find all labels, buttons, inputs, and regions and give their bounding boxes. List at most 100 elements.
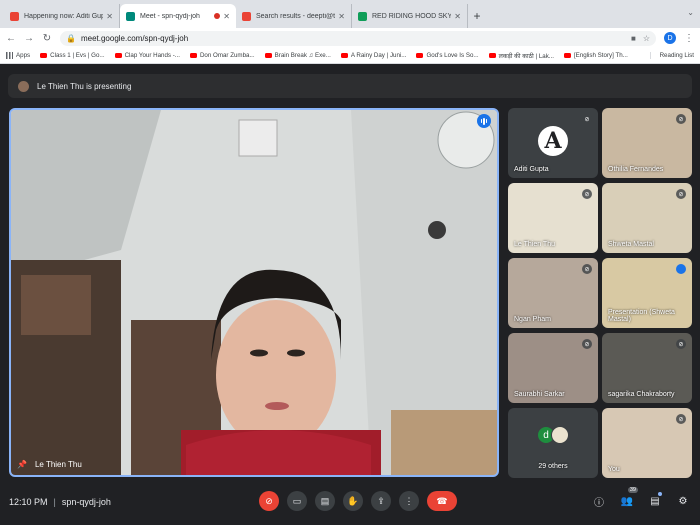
mic-off-icon: ⊘: [676, 414, 686, 424]
speaking-indicator-icon: [477, 114, 491, 128]
close-icon[interactable]: ✕: [223, 12, 230, 21]
browser-tab-strip: Happening now: Aditi Gupta is ✕ Meet - s…: [0, 0, 700, 28]
activities-icon: ⚙: [678, 495, 688, 507]
tab-2[interactable]: Search results - deepti@thein ✕: [236, 4, 352, 28]
mic-off-icon: ⊘: [582, 189, 592, 199]
participant-tile[interactable]: ⊘ Saurabhi Sarkar: [508, 333, 598, 403]
mic-off-icon: ⊘: [582, 339, 592, 349]
url-field[interactable]: 🔒 meet.google.com/spn-qydj-joh ■ ☆: [60, 30, 656, 46]
presenting-banner: Le Thien Thu is presenting: [8, 74, 692, 98]
url-text: meet.google.com/spn-qydj-joh: [80, 33, 189, 43]
participant-tile[interactable]: ⊘ Ngan Pham: [508, 258, 598, 328]
meeting-info: 12:10 PM | spn-qydj-joh: [9, 497, 111, 507]
avatar: [551, 426, 569, 444]
apps-grid-icon: [6, 52, 13, 59]
close-icon[interactable]: ✕: [106, 12, 113, 21]
tab-3[interactable]: RED RIDING HOOD SKYPE SES ✕: [352, 4, 468, 28]
captions-button[interactable]: ▤: [315, 491, 335, 511]
bookmark-8[interactable]: [English Story] Th...: [563, 52, 628, 59]
meeting-code: spn-qydj-joh: [61, 497, 111, 507]
people-button[interactable]: 👥 39: [618, 487, 638, 511]
bookmark-5[interactable]: A Rainy Day | Juni...: [340, 52, 406, 59]
unread-indicator: [658, 492, 662, 496]
meet-area: Le Thien Thu is presenting 📌 Le Thien Th…: [0, 65, 700, 525]
more-options-button[interactable]: ⋮: [399, 491, 419, 511]
pin-icon[interactable]: 📌: [17, 460, 27, 469]
bookmark-4[interactable]: Brain Break ♫ Exe...: [264, 52, 331, 59]
info-icon: ⓘ: [594, 497, 604, 509]
avatar: A: [538, 126, 568, 156]
chevron-down-icon[interactable]: ⌄: [687, 8, 694, 17]
new-tab-button[interactable]: +: [468, 4, 486, 28]
mic-off-icon: ⊘: [676, 114, 686, 124]
youtube-icon: [416, 53, 424, 58]
bookmark-3[interactable]: Don Omar Zumba...: [189, 52, 255, 59]
phone-hangup-icon: ☎: [436, 495, 448, 506]
forward-icon[interactable]: →: [24, 33, 34, 44]
star-icon[interactable]: ☆: [643, 34, 650, 43]
participant-name: Le Thien Thu: [514, 241, 555, 248]
bookmark-apps[interactable]: Apps: [6, 52, 30, 59]
participant-name: Aditi Gupta: [514, 166, 549, 173]
tab-title: Happening now: Aditi Gupta is: [24, 12, 104, 20]
menu-icon[interactable]: ⋮: [684, 33, 694, 44]
mic-toggle-button[interactable]: ⊘: [259, 491, 279, 511]
participant-tile[interactable]: ⊘ Othilia Fernandes: [602, 108, 692, 178]
mic-off-icon: ⊘: [676, 339, 686, 349]
more-vert-icon: ⋮: [404, 495, 414, 506]
reload-icon[interactable]: ↻: [42, 33, 52, 44]
youtube-icon: [488, 53, 496, 58]
tab-0[interactable]: Happening now: Aditi Gupta is ✕: [4, 4, 120, 28]
presenting-text: Le Thien Thu is presenting: [37, 81, 132, 91]
participant-tile[interactable]: A ⊘ Aditi Gupta: [508, 108, 598, 178]
tab-1[interactable]: Meet - spn-qydj-joh ✕: [120, 4, 236, 28]
clock-time: 12:10 PM: [9, 497, 48, 507]
favicon-icon: [126, 11, 135, 21]
youtube-icon: [264, 53, 272, 58]
self-tile[interactable]: ⊘ You: [602, 408, 692, 478]
bookmark-6[interactable]: God's Love Is So...: [416, 52, 479, 59]
raise-hand-button[interactable]: ✋: [343, 491, 363, 511]
camera-toggle-button[interactable]: ▭: [287, 491, 307, 511]
camera-icon[interactable]: ■: [631, 34, 636, 43]
participant-name: Ngan Pham: [514, 316, 551, 323]
bookmark-1[interactable]: Class 1 | Evs | Go...: [40, 52, 105, 59]
tab-title: Search results - deepti@thein: [256, 12, 336, 20]
close-icon[interactable]: ✕: [454, 12, 461, 21]
activities-button[interactable]: ⚙: [674, 491, 692, 511]
chat-icon: ▤: [650, 495, 660, 507]
meeting-details-button[interactable]: ⓘ: [590, 491, 608, 511]
participant-tile[interactable]: Presentation (Shweta Mastal): [602, 258, 692, 328]
others-tile[interactable]: d 29 others: [508, 408, 598, 478]
profile-avatar[interactable]: D: [664, 32, 676, 44]
bookmark-7[interactable]: लकड़ी की काठी | Lak...: [488, 51, 554, 60]
participant-tile[interactable]: ⊘ sagarika Chakraborty: [602, 333, 692, 403]
others-count: 29 others: [538, 463, 568, 470]
youtube-icon: [40, 53, 48, 58]
youtube-icon: [114, 53, 122, 58]
divider: |: [53, 497, 56, 507]
call-controls: ⊘ ▭ ▤ ✋ ⇪ ⋮ ☎: [259, 491, 457, 511]
main-video-tile[interactable]: 📌 Le Thien Thu: [9, 108, 499, 477]
close-icon[interactable]: ✕: [338, 12, 345, 21]
favicon-icon: [242, 11, 251, 21]
mic-off-icon: ⊘: [676, 189, 686, 199]
participant-tile[interactable]: ⊘ Shweta Mastal: [602, 183, 692, 253]
bookmark-2[interactable]: Clap Your Hands -...: [114, 52, 180, 59]
favicon-icon: [10, 11, 19, 21]
others-avatars: d: [537, 426, 569, 444]
captions-icon: ▤: [320, 495, 330, 506]
reading-list-button[interactable]: Reading List: [649, 52, 694, 59]
people-icon: 👥: [620, 495, 634, 507]
lock-icon: 🔒: [66, 33, 76, 43]
leave-call-button[interactable]: ☎: [427, 491, 457, 511]
control-bar: 12:10 PM | spn-qydj-joh ⊘ ▭ ▤ ✋ ⇪ ⋮ ☎ ⓘ …: [0, 485, 700, 525]
mic-off-icon: ⊘: [265, 495, 273, 506]
back-icon[interactable]: ←: [6, 33, 16, 44]
participant-tile[interactable]: ⊘ Le Thien Thu: [508, 183, 598, 253]
chat-button[interactable]: ▤: [646, 491, 664, 511]
favicon-icon: [358, 11, 367, 21]
present-button[interactable]: ⇪: [371, 491, 391, 511]
avatar: [18, 80, 29, 92]
present-icon: ⇪: [377, 495, 385, 506]
